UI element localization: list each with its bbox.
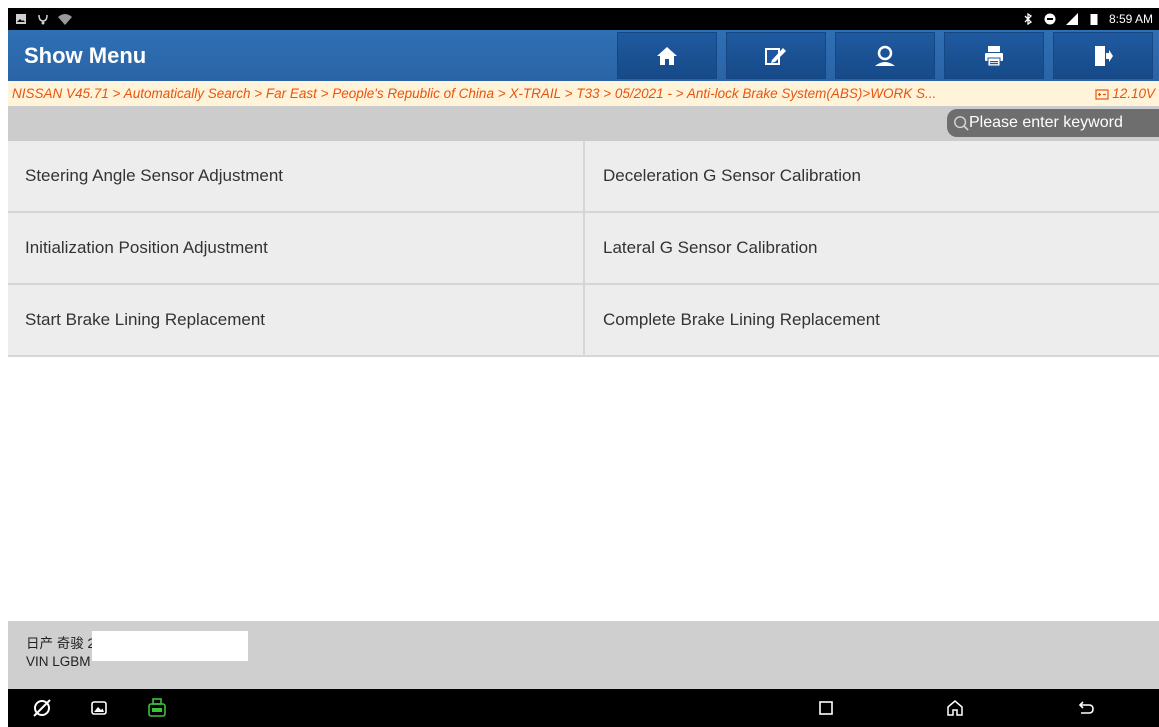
exit-button[interactable] [1053, 32, 1153, 79]
battery-voltage-icon [1095, 88, 1109, 100]
page-title: Show Menu [24, 42, 147, 68]
battery-icon [1087, 12, 1101, 26]
image-notification-icon [14, 12, 28, 26]
search-box[interactable] [947, 109, 1159, 137]
home-outline-icon [947, 700, 963, 716]
back-nav-button[interactable] [1075, 697, 1097, 719]
breadcrumb: NISSAN V45.71 > Automatically Search > F… [8, 81, 1159, 106]
menu-item-steering-angle-sensor-adjustment[interactable]: Steering Angle Sensor Adjustment [8, 141, 585, 211]
system-nav-bar [8, 689, 1159, 727]
breadcrumb-path: NISSAN V45.71 > Automatically Search > F… [12, 86, 937, 101]
recents-nav-button[interactable] [815, 697, 837, 719]
print-button[interactable] [944, 32, 1044, 79]
user-icon [875, 45, 895, 66]
browser-nav-button[interactable] [31, 697, 53, 719]
gallery-nav-button[interactable] [88, 697, 110, 719]
vci-icon [148, 698, 166, 717]
status-time: 8:59 AM [1108, 12, 1153, 26]
vin-redaction [92, 631, 248, 661]
voltage-readout: 12.10V [1095, 86, 1155, 101]
home-icon [657, 46, 677, 65]
menu-item-lateral-g-sensor-calibration[interactable]: Lateral G Sensor Calibration [585, 213, 1159, 283]
search-input[interactable] [969, 114, 1159, 132]
bluetooth-icon [1021, 12, 1035, 26]
app-header: Show Menu [8, 30, 1159, 81]
status-right: 8:59 AM [1021, 12, 1153, 26]
home-nav-button[interactable] [944, 697, 966, 719]
menu-row: Start Brake Lining Replacement Complete … [8, 285, 1159, 357]
voltage-value: 12.10V [1112, 86, 1155, 101]
search-icon [954, 116, 969, 131]
browser-icon [33, 699, 51, 717]
menu-item-start-brake-lining-replacement[interactable]: Start Brake Lining Replacement [8, 285, 585, 355]
recents-icon [819, 701, 833, 715]
usb-debug-icon [36, 12, 50, 26]
status-left [14, 12, 72, 26]
vci-nav-button[interactable] [146, 697, 168, 719]
print-icon [985, 45, 1003, 66]
edit-button[interactable] [726, 32, 826, 79]
back-icon [1078, 701, 1094, 714]
status-bar: 8:59 AM [8, 8, 1159, 30]
edit-icon [765, 47, 786, 65]
menu-item-complete-brake-lining-replacement[interactable]: Complete Brake Lining Replacement [585, 285, 1159, 355]
menu-item-initialization-position-adjustment[interactable]: Initialization Position Adjustment [8, 213, 585, 283]
menu-item-deceleration-g-sensor-calibration[interactable]: Deceleration G Sensor Calibration [585, 141, 1159, 211]
home-button[interactable] [617, 32, 717, 79]
do-not-disturb-icon [1043, 12, 1057, 26]
wifi-icon [58, 12, 72, 26]
search-bar [8, 106, 1159, 141]
gallery-icon [91, 701, 107, 715]
exit-icon [1095, 45, 1113, 66]
menu-row: Steering Angle Sensor Adjustment Deceler… [8, 141, 1159, 213]
user-button[interactable] [835, 32, 935, 79]
menu-row: Initialization Position Adjustment Later… [8, 213, 1159, 285]
signal-icon [1065, 12, 1079, 26]
function-menu: Steering Angle Sensor Adjustment Deceler… [8, 141, 1159, 357]
app-screen: 8:59 AM Show Menu NISSAN V45.71 > Automa… [0, 0, 1159, 727]
